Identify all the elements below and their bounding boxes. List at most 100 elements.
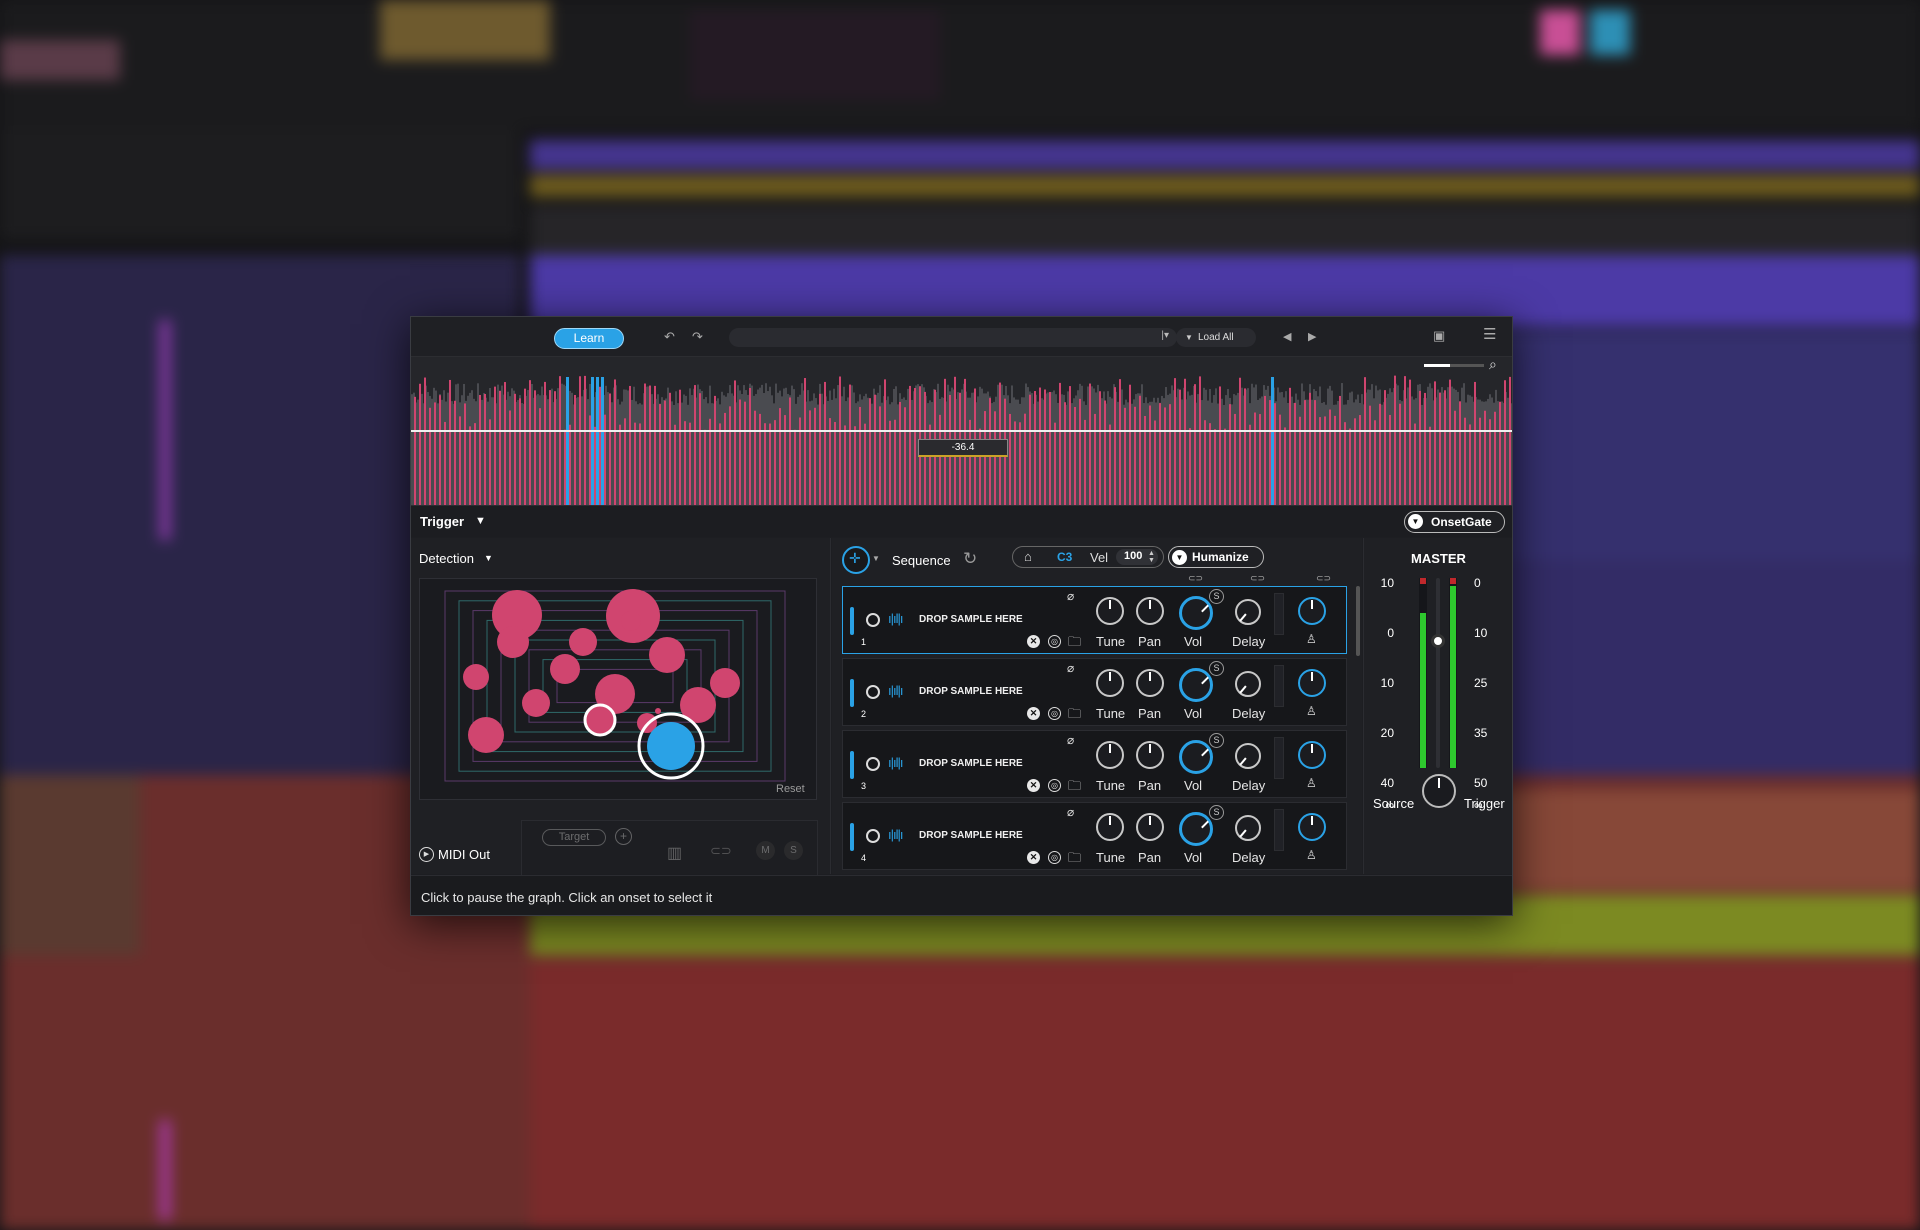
sample-strip[interactable]: 4 ı|ıl|ı DROP SAMPLE HERE ⌀ ✕ ◎ 🗀 Tune P…	[842, 802, 1347, 870]
delay-knob[interactable]	[1235, 671, 1261, 697]
tune-knob[interactable]	[1096, 813, 1124, 841]
load-all-button[interactable]: ▼ Load All	[1176, 328, 1256, 347]
delay-knob[interactable]	[1235, 743, 1261, 769]
sample-strip[interactable]: 2 ı|ıl|ı DROP SAMPLE HERE ⌀ ✕ ◎ 🗀 Tune P…	[842, 658, 1347, 726]
sequence-mode-button[interactable]: ✛	[842, 546, 870, 574]
vol-knob[interactable]	[1179, 812, 1213, 846]
source-trigger-balance-knob[interactable]	[1422, 774, 1456, 808]
drop-sample-label[interactable]: DROP SAMPLE HERE	[919, 614, 1023, 625]
pan-knob[interactable]	[1136, 669, 1164, 697]
humanize-user-icon[interactable]: ♙	[1306, 776, 1317, 790]
drop-sample-label[interactable]: DROP SAMPLE HERE	[919, 830, 1023, 841]
threshold-value-box[interactable]: -36.4	[918, 439, 1008, 457]
clear-sample-icon[interactable]: ✕	[1027, 707, 1040, 720]
detection-dropdown-icon[interactable]: ▼	[484, 553, 493, 563]
strip-enable-toggle[interactable]	[866, 685, 880, 699]
add-target-icon[interactable]: +	[615, 828, 632, 845]
humanize-knob[interactable]	[1298, 597, 1326, 625]
folder-icon[interactable]: 🗀	[1068, 777, 1081, 799]
vol-knob[interactable]	[1179, 668, 1213, 702]
clear-sample-icon[interactable]: ✕	[1027, 851, 1040, 864]
master-fader-handle[interactable]	[1431, 634, 1445, 648]
strip-select-bar[interactable]	[850, 607, 854, 635]
redo-icon[interactable]: ↷	[692, 329, 703, 345]
detection-bubble-graph[interactable]: Reset	[419, 578, 817, 800]
onset-waveform-graph[interactable]: -36.4 ⌕	[411, 357, 1512, 505]
link-humanize-icon[interactable]: ⊂⊃	[1316, 573, 1331, 584]
undo-icon[interactable]: ↶	[664, 329, 675, 345]
humanize-user-icon[interactable]: ♙	[1306, 704, 1317, 718]
pan-knob[interactable]	[1136, 741, 1164, 769]
reset-button[interactable]: Reset	[776, 783, 805, 795]
humanize-user-icon[interactable]: ♙	[1306, 848, 1317, 862]
strip-enable-toggle[interactable]	[866, 757, 880, 771]
zoom-icon[interactable]: ⌕	[1489, 357, 1497, 373]
sample-strip[interactable]: 1 ı|ıl|ı DROP SAMPLE HERE ⌀ ✕ ◎ 🗀 Tune P…	[842, 586, 1347, 654]
target-button[interactable]: Target	[542, 829, 606, 846]
next-preset-icon[interactable]: ▶	[1308, 329, 1316, 345]
mute-button[interactable]: M	[756, 841, 775, 860]
humanize-button[interactable]: ▼ Humanize	[1168, 546, 1264, 568]
solo-icon[interactable]: S	[1209, 661, 1224, 676]
note-value[interactable]: C3	[1057, 550, 1072, 564]
solo-icon[interactable]: S	[1209, 805, 1224, 820]
tune-knob[interactable]	[1096, 669, 1124, 697]
phase-invert-icon[interactable]: ⌀	[1067, 661, 1074, 675]
delay-knob[interactable]	[1235, 815, 1261, 841]
detection-label[interactable]: Detection	[419, 551, 474, 566]
vol-knob[interactable]	[1179, 740, 1213, 774]
velocity-field[interactable]: 100 ▲ ▼	[1116, 549, 1158, 565]
strip-enable-toggle[interactable]	[866, 613, 880, 627]
learn-button[interactable]: Learn	[554, 328, 624, 349]
zoom-slider[interactable]	[1424, 364, 1484, 367]
stepper-icon[interactable]: ▲ ▼	[1148, 550, 1155, 564]
prev-preset-icon[interactable]: ◀	[1283, 329, 1291, 345]
tune-knob[interactable]	[1096, 597, 1124, 625]
clear-sample-icon[interactable]: ✕	[1027, 635, 1040, 648]
tune-knob[interactable]	[1096, 741, 1124, 769]
phase-invert-icon[interactable]: ⌀	[1067, 589, 1074, 603]
solo-icon[interactable]: S	[1209, 589, 1224, 604]
humanize-user-icon[interactable]: ♙	[1306, 632, 1317, 646]
master-fader-track[interactable]	[1436, 578, 1440, 768]
humanize-knob[interactable]	[1298, 669, 1326, 697]
pan-knob[interactable]	[1136, 813, 1164, 841]
preset-selector[interactable]: |▾	[729, 328, 1177, 347]
drop-sample-label[interactable]: DROP SAMPLE HERE	[919, 758, 1023, 769]
pan-knob[interactable]	[1136, 597, 1164, 625]
folder-icon[interactable]: 🗀	[1068, 849, 1081, 871]
strip-enable-toggle[interactable]	[866, 829, 880, 843]
sample-options-icon[interactable]: ◎	[1048, 635, 1061, 648]
link-icon[interactable]: ⊂⊃	[710, 843, 732, 859]
sequence-label[interactable]: Sequence	[892, 553, 951, 568]
trigger-label[interactable]: Trigger	[420, 514, 464, 529]
piano-icon[interactable]: ▥	[667, 843, 682, 863]
save-icon[interactable]: ▣	[1433, 328, 1445, 344]
sample-options-icon[interactable]: ◎	[1048, 851, 1061, 864]
drop-sample-label[interactable]: DROP SAMPLE HERE	[919, 686, 1023, 697]
folder-icon[interactable]: 🗀	[1068, 705, 1081, 727]
strip-select-bar[interactable]	[850, 679, 854, 707]
solo-button[interactable]: S	[784, 841, 803, 860]
link-tune-icon[interactable]: ⊂⊃	[1188, 573, 1203, 584]
piano-key-icon[interactable]: ⌂	[1024, 549, 1032, 564]
strip-scrollbar[interactable]	[1356, 586, 1360, 656]
strip-select-bar[interactable]	[850, 823, 854, 851]
onsetgate-mode-button[interactable]: ▼ OnsetGate	[1404, 511, 1505, 533]
clear-sample-icon[interactable]: ✕	[1027, 779, 1040, 792]
midi-out-toggle[interactable]: ▶ MIDI Out	[419, 846, 499, 864]
humanize-knob[interactable]	[1298, 813, 1326, 841]
strip-select-bar[interactable]	[850, 751, 854, 779]
delay-knob[interactable]	[1235, 599, 1261, 625]
humanize-knob[interactable]	[1298, 741, 1326, 769]
menu-icon[interactable]: ☰	[1483, 327, 1496, 343]
threshold-line[interactable]	[411, 430, 1512, 432]
vol-knob[interactable]	[1179, 596, 1213, 630]
link-delay-icon[interactable]: ⊂⊃	[1250, 573, 1265, 584]
phase-invert-icon[interactable]: ⌀	[1067, 733, 1074, 747]
sample-strip[interactable]: 3 ı|ıl|ı DROP SAMPLE HERE ⌀ ✕ ◎ 🗀 Tune P…	[842, 730, 1347, 798]
trigger-dropdown-icon[interactable]: ▼	[475, 515, 486, 527]
sample-options-icon[interactable]: ◎	[1048, 779, 1061, 792]
solo-icon[interactable]: S	[1209, 733, 1224, 748]
phase-invert-icon[interactable]: ⌀	[1067, 805, 1074, 819]
